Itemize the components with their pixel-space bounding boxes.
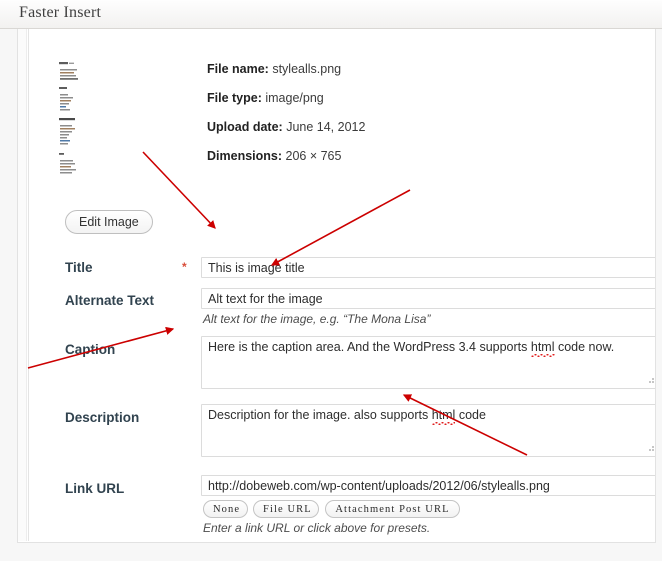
alt-text-field-label: Alternate Text bbox=[65, 293, 155, 308]
title-input[interactable] bbox=[201, 257, 655, 278]
link-url-input[interactable] bbox=[201, 475, 655, 496]
metadata-value: June 14, 2012 bbox=[286, 120, 366, 134]
metadata-row-file-name: File name: stylealls.png bbox=[207, 62, 637, 77]
link-url-field-label: Link URL bbox=[65, 481, 125, 496]
caption-text-before: Here is the caption area. And the WordPr… bbox=[208, 340, 531, 354]
alt-text-input[interactable] bbox=[201, 288, 655, 309]
caption-text-misspelled: html bbox=[530, 340, 555, 357]
title-field-label: Title bbox=[65, 260, 93, 275]
link-url-hint: Enter a link URL or click above for pres… bbox=[203, 521, 431, 535]
metadata-row-upload-date: Upload date: June 14, 2012 bbox=[207, 120, 637, 135]
window-titlebar: Faster Insert bbox=[0, 0, 662, 29]
file-metadata-list: File name: stylealls.png File type: imag… bbox=[207, 62, 637, 178]
metadata-value: 206 × 765 bbox=[285, 149, 342, 163]
caption-resize-grip[interactable] bbox=[649, 378, 655, 387]
caption-textarea[interactable]: Here is the caption area. And the WordPr… bbox=[201, 336, 655, 389]
caption-text-after: code now. bbox=[554, 340, 615, 354]
vertical-scrollbar[interactable] bbox=[18, 29, 27, 541]
media-thumbnail bbox=[55, 58, 93, 198]
panel-content: File name: stylealls.png File type: imag… bbox=[29, 29, 655, 541]
metadata-row-file-type: File type: image/png bbox=[207, 91, 637, 106]
link-preset-attachment-post-url-button[interactable]: Attachment Post URL bbox=[325, 500, 460, 518]
title-required-mark: * bbox=[182, 260, 187, 274]
metadata-row-dimensions: Dimensions: 206 × 765 bbox=[207, 149, 637, 164]
metadata-value: stylealls.png bbox=[272, 62, 342, 76]
metadata-label: Dimensions: bbox=[207, 149, 283, 163]
description-field-label: Description bbox=[65, 410, 140, 425]
window-title: Faster Insert bbox=[19, 4, 102, 21]
metadata-label: Upload date: bbox=[207, 120, 283, 134]
metadata-label: File name: bbox=[207, 62, 269, 76]
description-resize-grip[interactable] bbox=[649, 446, 655, 455]
caption-field-label: Caption bbox=[65, 342, 116, 357]
description-text-after: code bbox=[455, 408, 486, 422]
metadata-label: File type: bbox=[207, 91, 262, 105]
faster-insert-window: Faster Insert File name: stylealls.png F… bbox=[0, 0, 662, 561]
description-textarea[interactable]: Description for the image. also supports… bbox=[201, 404, 655, 457]
edit-image-button[interactable]: Edit Image bbox=[65, 210, 153, 234]
metadata-value: image/png bbox=[265, 91, 324, 105]
alt-text-hint: Alt text for the image, e.g. “The Mona L… bbox=[203, 312, 431, 326]
link-preset-none-button[interactable]: None bbox=[203, 500, 248, 518]
media-details-panel: File name: stylealls.png File type: imag… bbox=[17, 29, 656, 543]
link-preset-file-url-button[interactable]: File URL bbox=[253, 500, 319, 518]
description-text-misspelled: html bbox=[431, 408, 456, 425]
description-text-before: Description for the image. also supports bbox=[208, 408, 432, 422]
